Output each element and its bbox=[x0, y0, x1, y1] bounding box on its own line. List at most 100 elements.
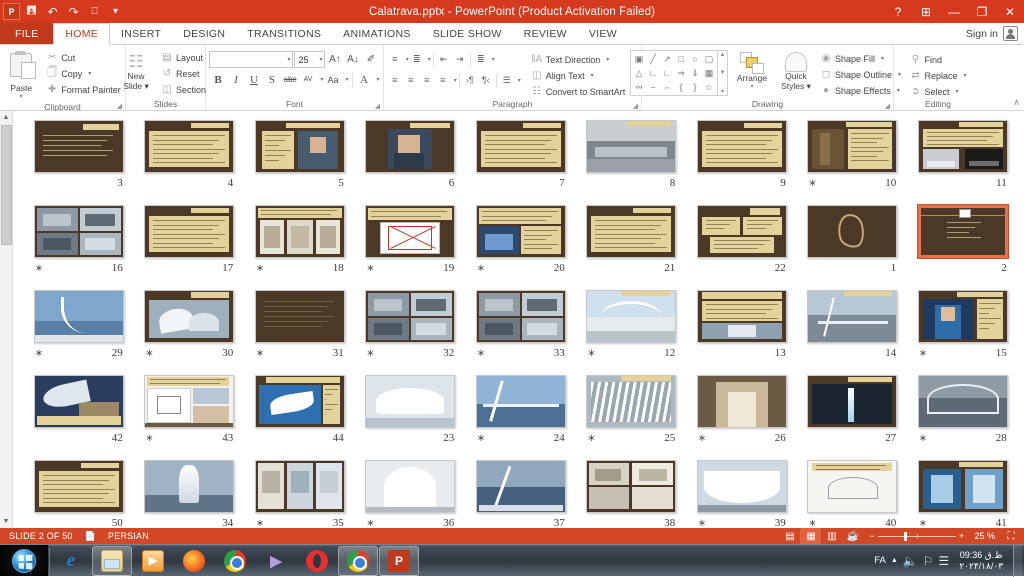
increase-indent-button[interactable]: ⇥ bbox=[452, 51, 468, 67]
slide-thumbnail-36[interactable]: ∗ 36 bbox=[355, 459, 466, 528]
shape-textbox-icon[interactable]: ▣ bbox=[632, 52, 646, 66]
animation-indicator-icon[interactable]: ∗ bbox=[477, 348, 485, 359]
animation-indicator-icon[interactable]: ∗ bbox=[35, 263, 43, 274]
shape-left-brace-icon[interactable]: { bbox=[674, 80, 688, 94]
slide-preview[interactable] bbox=[807, 290, 898, 343]
slide-preview[interactable] bbox=[696, 375, 787, 428]
view-slide-sorter-button[interactable]: ▦ bbox=[800, 528, 822, 544]
movie-maker-icon[interactable]: ▶ bbox=[256, 546, 296, 576]
input-language-indicator[interactable]: FA bbox=[874, 555, 886, 566]
slide-thumbnail-18[interactable]: ∗ 18 bbox=[245, 204, 356, 289]
slide-thumbnail-19[interactable]: ∗ 19 bbox=[355, 204, 466, 289]
tab-transitions[interactable]: TRANSITIONS bbox=[236, 23, 332, 44]
save-icon[interactable]: 🖪 bbox=[22, 2, 41, 21]
slide-preview[interactable] bbox=[33, 120, 124, 173]
ribbon-display-options-button[interactable]: ⊞ bbox=[912, 0, 940, 23]
animation-indicator-icon[interactable]: ∗ bbox=[366, 263, 374, 274]
line-spacing-chevron-down-icon[interactable]: ▾ bbox=[489, 56, 495, 63]
slide-thumbnail-41[interactable]: ∗ 41 bbox=[908, 459, 1019, 528]
restore-button[interactable]: ❐ bbox=[968, 0, 996, 23]
slide-preview[interactable] bbox=[917, 290, 1008, 343]
slide-preview[interactable] bbox=[365, 290, 456, 343]
slide-preview[interactable] bbox=[807, 120, 898, 173]
slide-thumbnail-32[interactable]: ∗ 32 bbox=[355, 289, 466, 374]
slide-thumbnail-15[interactable]: ∗ 15 bbox=[908, 289, 1019, 374]
arrange-chevron-down-icon[interactable]: ▾ bbox=[750, 84, 753, 91]
clock[interactable]: 09:36 ظ.ق ۲۰۲۴/۱۸/۰۳ bbox=[954, 550, 1008, 572]
shape-freeform-icon[interactable]: ∾ bbox=[632, 80, 646, 94]
justify-button[interactable]: ≡ bbox=[435, 72, 451, 88]
shapes-gallery[interactable]: ▣ ╱ ↗ □ ○ ▢ △ ∟ ∟ ⇒ ⇓ ▦ ∾ ⌣ ⌢ { } ☆ ▲ ▼ … bbox=[629, 50, 728, 96]
animation-indicator-icon[interactable]: ∗ bbox=[477, 263, 485, 274]
slide-preview[interactable] bbox=[696, 290, 787, 343]
customize-qat-icon[interactable]: ▾ bbox=[106, 2, 125, 21]
slide-preview[interactable] bbox=[144, 290, 235, 343]
minimize-button[interactable]: — bbox=[940, 0, 968, 23]
slide-thumbnail-16[interactable]: ∗ 16 bbox=[24, 204, 135, 289]
view-slide-show-button[interactable]: ☕ bbox=[842, 528, 863, 544]
slide-thumbnail-1[interactable]: 1 bbox=[797, 204, 908, 289]
slide-thumbnail-2[interactable]: 2 bbox=[908, 204, 1019, 289]
shape-outline-button[interactable]: ◻ Shape Outline ▾ bbox=[818, 67, 903, 82]
slide-thumbnail-30[interactable]: ∗ 30 bbox=[134, 289, 245, 374]
shapes-scroll-down-icon[interactable]: ▼ bbox=[719, 70, 725, 76]
slide-preview[interactable] bbox=[254, 205, 345, 258]
rtl-direction-button[interactable]: ¶‹ bbox=[478, 72, 494, 88]
fit-to-window-button[interactable]: ⛶ bbox=[1001, 531, 1021, 542]
slide-preview[interactable] bbox=[144, 205, 235, 258]
font-color-chevron-down-icon[interactable]: ▾ bbox=[374, 76, 380, 83]
shape-down-arrow-icon[interactable]: ⇓ bbox=[688, 66, 702, 80]
shapes-scroll[interactable]: ▲ ▼ ▴ bbox=[717, 50, 728, 96]
font-name-chevron-down-icon[interactable]: ▾ bbox=[284, 56, 290, 63]
start-slideshow-icon[interactable]: ⎕ bbox=[85, 2, 104, 21]
copy-button[interactable]: 🗍 Copy ▾ bbox=[44, 66, 123, 81]
tab-slide-show[interactable]: SLIDE SHOW bbox=[422, 23, 513, 44]
slide-preview[interactable] bbox=[696, 120, 787, 173]
font-name-input[interactable]: ▾ bbox=[209, 51, 294, 68]
slide-preview[interactable] bbox=[586, 290, 677, 343]
quick-styles-button[interactable]: Quick Styles ▾ bbox=[776, 50, 816, 93]
shape-fill-button[interactable]: ◉ Shape Fill ▾ bbox=[818, 51, 903, 66]
align-text-button[interactable]: ◫ Align Text ▾ bbox=[529, 68, 637, 83]
change-case-chevron-down-icon[interactable]: ▾ bbox=[343, 76, 349, 83]
slide-preview[interactable] bbox=[807, 375, 898, 428]
slide-thumbnail-28[interactable]: ∗ 28 bbox=[908, 374, 1019, 459]
tab-view[interactable]: VIEW bbox=[578, 23, 628, 44]
slide-thumbnail-40[interactable]: ∗ 40 bbox=[797, 459, 908, 528]
character-spacing-button[interactable]: AV bbox=[299, 71, 316, 88]
convert-to-smartart-button[interactable]: ☷ Convert to SmartArt ▾ bbox=[529, 84, 637, 99]
slide-preview[interactable] bbox=[365, 375, 456, 428]
account-avatar-icon[interactable] bbox=[1003, 26, 1018, 41]
show-hidden-icons-button[interactable]: ▲ bbox=[891, 557, 898, 564]
animation-indicator-icon[interactable]: ∗ bbox=[256, 518, 264, 529]
powerpoint-app-icon[interactable]: P bbox=[3, 3, 20, 20]
animation-indicator-icon[interactable]: ∗ bbox=[808, 518, 816, 529]
arrange-button[interactable]: Arrange ▾ bbox=[728, 50, 776, 92]
slide-preview[interactable] bbox=[144, 120, 235, 173]
find-button[interactable]: ⚲ Find bbox=[907, 52, 968, 67]
slide-thumbnail-12[interactable]: ∗ 12 bbox=[576, 289, 687, 374]
opera-icon[interactable] bbox=[297, 546, 337, 576]
animation-indicator-icon[interactable]: ∗ bbox=[919, 433, 927, 444]
slide-preview[interactable] bbox=[696, 460, 787, 513]
slide-thumbnail-38[interactable]: 38 bbox=[576, 459, 687, 528]
shape-curve-icon[interactable]: ⌣ bbox=[646, 80, 660, 94]
slide-preview[interactable] bbox=[475, 375, 566, 428]
slide-thumbnail-5[interactable]: 5 bbox=[245, 119, 356, 204]
change-case-button[interactable]: Aa bbox=[325, 71, 342, 88]
slide-preview[interactable] bbox=[917, 120, 1008, 173]
shapes-more-icon[interactable]: ▴ bbox=[721, 87, 724, 94]
drawing-dialog-launcher[interactable]: ◢ bbox=[885, 102, 890, 110]
shape-effects-button[interactable]: ● Shape Effects ▾ bbox=[818, 83, 903, 98]
slide-preview[interactable] bbox=[365, 205, 456, 258]
slide-thumbnail-9[interactable]: 9 bbox=[687, 119, 798, 204]
slide-preview[interactable] bbox=[917, 460, 1008, 513]
shape-rounded-rect-icon[interactable]: ▢ bbox=[702, 52, 716, 66]
ltr-direction-button[interactable]: ›¶ bbox=[462, 72, 478, 88]
slide-preview[interactable] bbox=[475, 120, 566, 173]
text-shadow-button[interactable]: S bbox=[263, 71, 280, 88]
action-center-icon[interactable]: ⚐ bbox=[923, 554, 934, 568]
font-color-button[interactable]: A bbox=[356, 71, 373, 88]
format-painter-button[interactable]: ✚ Format Painter bbox=[44, 82, 123, 97]
font-dialog-launcher[interactable]: ◢ bbox=[375, 102, 380, 110]
